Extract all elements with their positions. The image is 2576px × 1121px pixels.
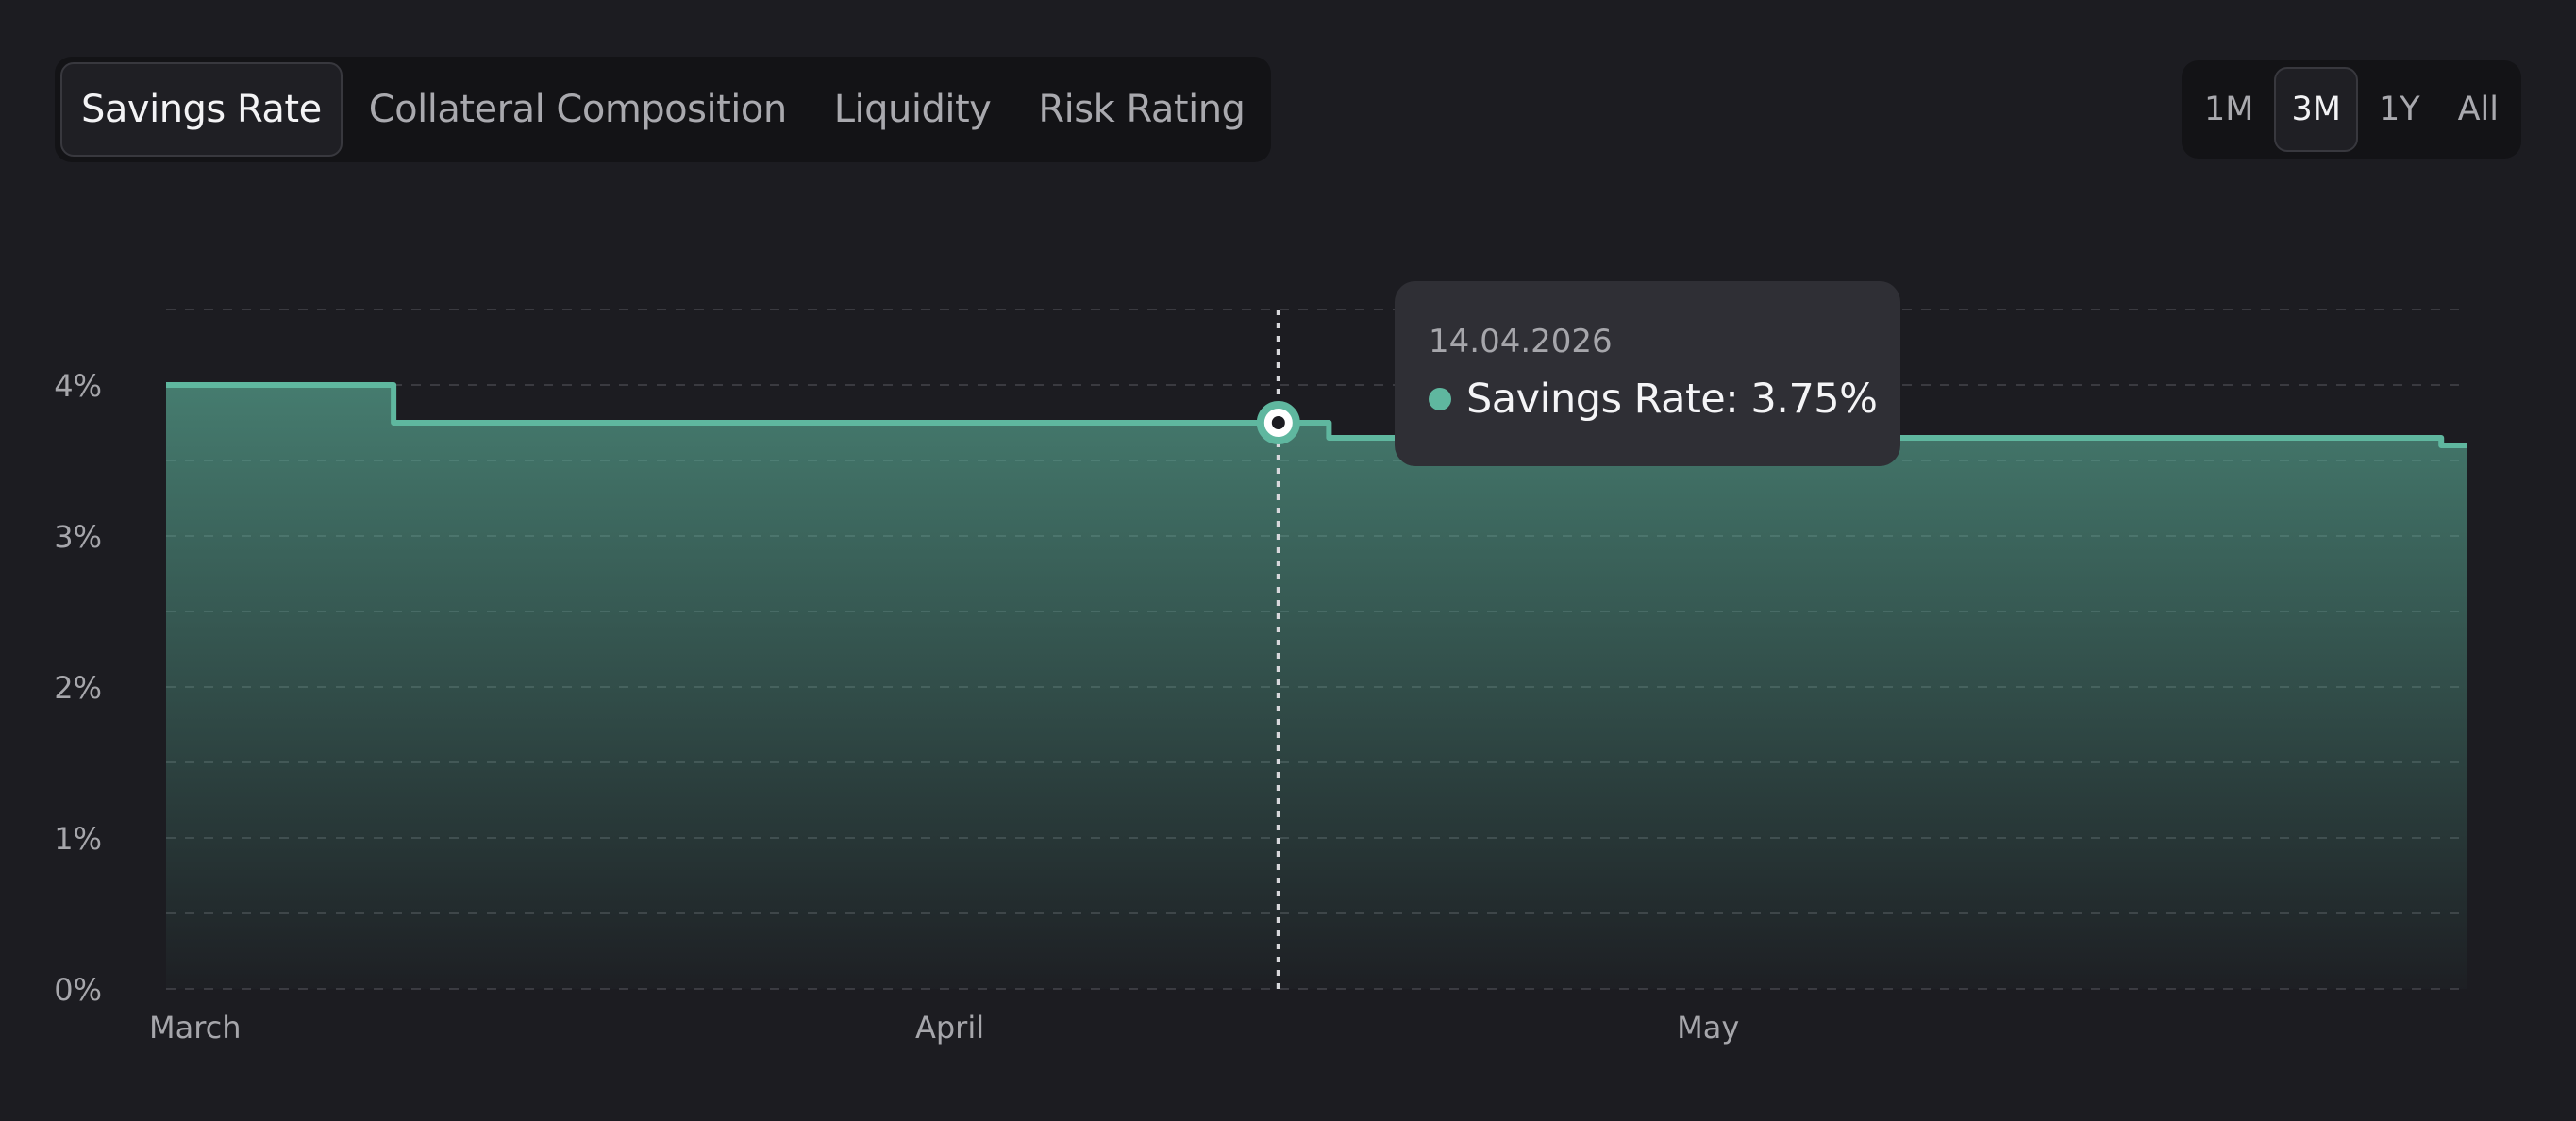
tooltip-series-label: Savings Rate xyxy=(1466,376,1726,423)
chart-tooltip: 14.04.2026 Savings Rate: 3.75% xyxy=(1395,281,1900,466)
x-tick-label: March xyxy=(149,1010,242,1046)
highlight-point-core xyxy=(1271,416,1285,429)
y-tick-label: 0% xyxy=(54,972,102,1008)
y-tick-label: 1% xyxy=(54,821,102,857)
tooltip-separator: : xyxy=(1725,376,1751,423)
area-fill xyxy=(166,385,2467,989)
x-tick-label: May xyxy=(1677,1010,1739,1046)
tooltip-value-row: Savings Rate: 3.75% xyxy=(1429,376,1878,423)
tooltip-date: 14.04.2026 xyxy=(1429,323,1613,360)
tooltip-value: 3.75% xyxy=(1750,376,1878,423)
savings-rate-chart[interactable]: 0% 1% 2% 3% 4% March April May xyxy=(0,0,2576,1121)
y-tick-label: 2% xyxy=(54,670,102,706)
x-axis-ticks: March April May xyxy=(149,1010,1739,1046)
series-color-dot xyxy=(1429,388,1451,410)
y-axis-ticks: 0% 1% 2% 3% 4% xyxy=(54,368,102,1008)
y-tick-label: 3% xyxy=(54,519,102,555)
x-tick-label: April xyxy=(915,1010,984,1046)
y-tick-label: 4% xyxy=(54,368,102,404)
area-fill-layer xyxy=(166,385,2467,989)
